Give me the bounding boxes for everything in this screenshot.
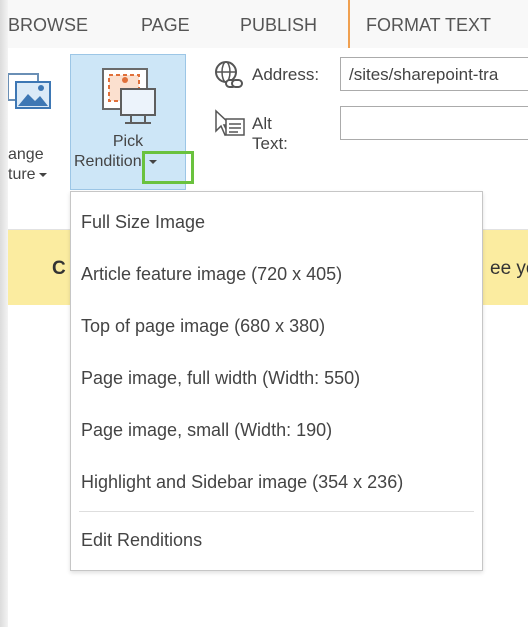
dropdown-caret-icon [38, 172, 47, 177]
ribbon-tabs: BROWSE PAGE PUBLISH FORMAT TEXT [8, 0, 528, 48]
menu-item-top-of-page-image[interactable]: Top of page image (680 x 380) [81, 316, 325, 337]
change-picture-label-line1: ange [8, 146, 44, 163]
menu-item-page-image-full-width[interactable]: Page image, full width (Width: 550) [81, 368, 360, 389]
image-icon [8, 73, 51, 109]
tab-page[interactable]: PAGE [141, 0, 190, 48]
alt-text-icon [215, 109, 245, 137]
menu-item-page-image-small[interactable]: Page image, small (Width: 190) [81, 420, 332, 441]
menu-item-article-feature-image[interactable]: Article feature image (720 x 405) [81, 264, 342, 285]
change-picture-label-line2: ture [8, 166, 36, 183]
pick-rendition-menu: Full Size Image Article feature image (7… [70, 191, 483, 571]
tab-browse[interactable]: BROWSE [8, 0, 88, 48]
window-edge [0, 0, 8, 627]
alt-text-label: Alt Text: [252, 114, 288, 153]
menu-item-highlight-sidebar-image[interactable]: Highlight and Sidebar image (354 x 236) [81, 472, 403, 493]
status-text-right: ee yo [490, 258, 528, 279]
address-input[interactable]: /sites/sharepoint-tra [340, 57, 528, 91]
tab-format-text[interactable]: FORMAT TEXT [348, 0, 491, 48]
pick-rendition-label-line2: Rendition [74, 153, 142, 170]
menu-divider [79, 511, 474, 512]
tab-publish[interactable]: PUBLISH [240, 0, 317, 48]
menu-item-edit-renditions[interactable]: Edit Renditions [81, 530, 202, 551]
address-label: Address: [252, 65, 320, 84]
rendition-crop-icon [102, 68, 156, 124]
pick-rendition-label-line1: Pick [112, 133, 144, 150]
change-picture-button[interactable]: ange ture [8, 58, 70, 208]
menu-item-full-size-image[interactable]: Full Size Image [81, 212, 205, 233]
highlight-annotation-box [142, 151, 194, 184]
status-text-left: C [52, 258, 66, 279]
alt-text-input[interactable] [340, 106, 528, 140]
link-globe-icon [215, 61, 243, 88]
